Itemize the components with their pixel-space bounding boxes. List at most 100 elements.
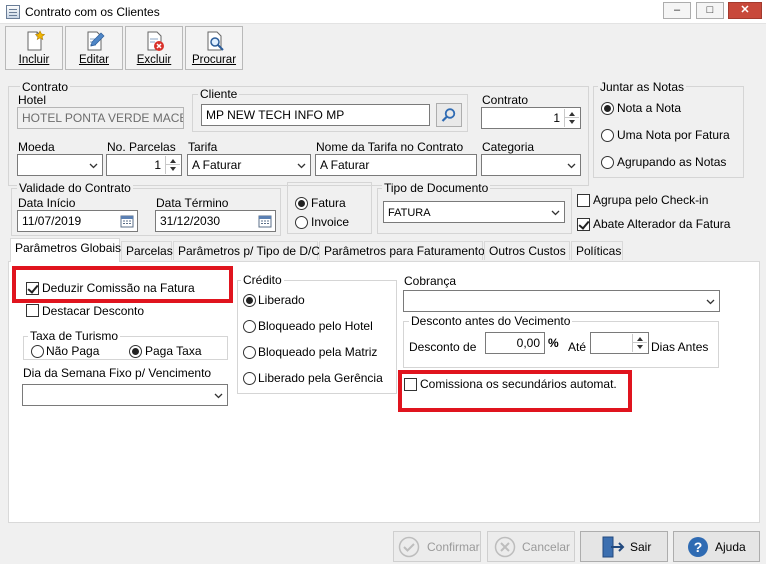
parcelas-value: 1 — [154, 158, 161, 172]
bloqueado-hotel-label: Bloqueado pelo Hotel — [258, 319, 373, 333]
comissiona-secundarios-label: Comissiona os secundários automat. — [420, 377, 617, 391]
chevron-down-icon — [89, 163, 98, 169]
confirmar-button[interactable]: Confirmar — [393, 531, 481, 562]
nome-tarifa-field[interactable]: A Faturar — [315, 154, 477, 176]
excluir-button[interactable]: Excluir — [125, 26, 183, 70]
juntar-legend: Juntar as Notas — [598, 80, 687, 94]
app-icon — [6, 5, 20, 19]
new-document-icon — [27, 30, 45, 51]
agrupando-label: Agrupando as Notas — [617, 155, 727, 169]
edit-document-icon — [87, 31, 105, 51]
liberado-gerencia-label: Liberado pela Gerência — [258, 371, 383, 385]
data-termino-field[interactable]: 31/12/2030 — [155, 210, 276, 232]
minimize-button[interactable]: – — [663, 2, 691, 19]
liberado-gerencia-radio[interactable] — [243, 372, 256, 385]
categoria-select[interactable] — [481, 154, 581, 176]
delete-document-icon — [147, 31, 164, 51]
taxa-turismo-legend: Taxa de Turismo — [28, 329, 121, 343]
invoice-radio[interactable] — [295, 216, 308, 229]
liberado-label: Liberado — [258, 293, 305, 307]
parcelas-field[interactable]: 1 — [106, 154, 182, 176]
sair-label: Sair — [630, 540, 652, 554]
close-button[interactable]: ✕ — [728, 2, 762, 19]
contrato-label: Contrato — [482, 93, 529, 107]
tarifa-select[interactable]: A Faturar — [187, 154, 311, 176]
agrupa-checkin-checkbox[interactable] — [577, 194, 590, 207]
tarifa-label: Tarifa — [188, 140, 218, 154]
paga-taxa-radio[interactable] — [129, 345, 142, 358]
help-icon: ? — [688, 537, 708, 557]
data-inicio-value: 11/07/2019 — [22, 214, 82, 228]
procurar-button[interactable]: Procurar — [185, 26, 243, 70]
moeda-label: Moeda — [18, 140, 55, 154]
tipo-documento-value: FATURA — [388, 207, 431, 219]
chevron-down-icon — [297, 163, 306, 169]
desconto-value-field[interactable]: 0,00 — [485, 332, 545, 354]
fatura-radio[interactable] — [295, 197, 308, 210]
chevron-down-icon — [551, 210, 560, 216]
cliente-legend: Cliente — [198, 87, 240, 101]
desconto-de-label: Desconto de — [409, 340, 477, 354]
ate-spinner[interactable] — [632, 334, 647, 352]
tab-parametros-faturamento[interactable]: Parâmetros para Faturamento — [319, 241, 485, 260]
dia-semana-select[interactable] — [22, 384, 228, 406]
nome-tarifa-label: Nome da Tarifa no Contrato — [316, 140, 464, 154]
dias-antes-label: Dias Antes — [651, 340, 709, 354]
hotel-field: HOTEL PONTA VERDE MACEIÓ — [17, 107, 184, 129]
cancelar-button[interactable]: Cancelar — [487, 531, 575, 562]
incluir-button[interactable]: Incluir — [5, 26, 63, 70]
exit-door-icon — [602, 536, 625, 558]
moeda-select[interactable] — [17, 154, 103, 176]
nota-a-nota-label: Nota a Nota — [617, 101, 682, 115]
categoria-label: Categoria — [482, 140, 535, 154]
agrupa-checkin-label: Agrupa pelo Check-in — [593, 193, 709, 207]
abate-alterador-label: Abate Alterador da Fatura — [593, 217, 731, 231]
comissiona-secundarios-checkbox[interactable] — [404, 378, 417, 391]
chevron-down-icon — [706, 299, 715, 305]
cobranca-select[interactable] — [403, 290, 720, 312]
contrato-spinner[interactable] — [564, 109, 579, 127]
tab-politicas[interactable]: Políticas — [571, 241, 623, 260]
nota-a-nota-radio[interactable] — [601, 102, 614, 115]
tab-parametros-globais[interactable]: Parâmetros Globais — [10, 238, 121, 262]
data-termino-value: 31/12/2030 — [160, 214, 221, 228]
tab-parcelas[interactable]: Parcelas — [121, 241, 173, 260]
tipo-documento-select[interactable]: FATURA — [383, 201, 565, 223]
confirmar-label: Confirmar — [427, 540, 480, 554]
validade-legend: Validade do Contrato — [17, 181, 133, 195]
ajuda-label: Ajuda — [715, 540, 746, 554]
ajuda-button[interactable]: ? Ajuda — [673, 531, 760, 562]
parcelas-spinner[interactable] — [165, 156, 180, 174]
sair-button[interactable]: Sair — [580, 531, 668, 562]
chevron-down-icon — [214, 393, 223, 399]
tipo-documento-legend: Tipo de Documento — [382, 181, 491, 195]
deduzir-comissao-checkbox[interactable] — [26, 282, 39, 295]
liberado-radio[interactable] — [243, 294, 256, 307]
data-inicio-field[interactable]: 11/07/2019 — [17, 210, 138, 232]
bloqueado-matriz-radio[interactable] — [243, 346, 256, 359]
abate-alterador-checkbox[interactable] — [577, 218, 590, 231]
calendar-icon[interactable] — [258, 214, 272, 228]
bloqueado-hotel-radio[interactable] — [243, 320, 256, 333]
agrupando-radio[interactable] — [601, 156, 614, 169]
search-icon — [441, 108, 456, 122]
nao-paga-radio[interactable] — [31, 345, 44, 358]
editar-button[interactable]: Editar — [65, 26, 123, 70]
cancel-circle-icon — [494, 536, 516, 558]
percent-label: % — [548, 336, 559, 350]
maximize-button[interactable]: □ — [696, 2, 724, 19]
chevron-down-icon — [567, 163, 576, 169]
incluir-label: Incluir — [18, 54, 50, 66]
ate-field[interactable] — [590, 332, 649, 354]
tab-outros-custos[interactable]: Outros Custos — [484, 241, 570, 260]
cliente-field[interactable]: MP NEW TECH INFO MP — [201, 104, 430, 126]
contrato-number-field[interactable]: 1 — [481, 107, 581, 129]
desconto-legend: Desconto antes do Vecimento — [409, 314, 573, 328]
uma-nota-radio[interactable] — [601, 129, 614, 142]
procurar-label: Procurar — [191, 54, 237, 66]
destacar-desconto-checkbox[interactable] — [26, 304, 39, 317]
uma-nota-label: Uma Nota por Fatura — [617, 128, 730, 142]
cliente-search-button[interactable] — [436, 103, 462, 127]
calendar-icon[interactable] — [120, 214, 134, 228]
tab-parametros-tipo-dc[interactable]: Parâmetros p/ Tipo de D/C — [173, 241, 320, 260]
